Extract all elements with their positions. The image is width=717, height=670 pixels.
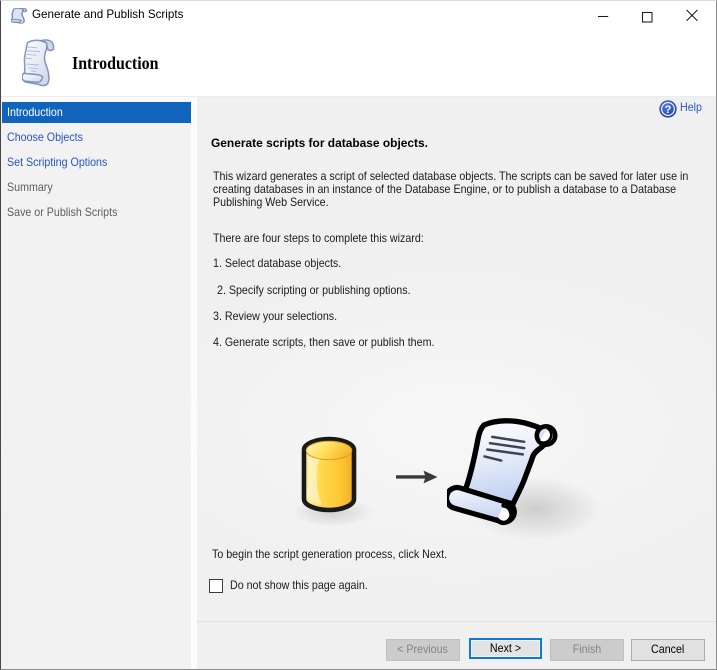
svg-text:?: ?: [665, 104, 672, 116]
